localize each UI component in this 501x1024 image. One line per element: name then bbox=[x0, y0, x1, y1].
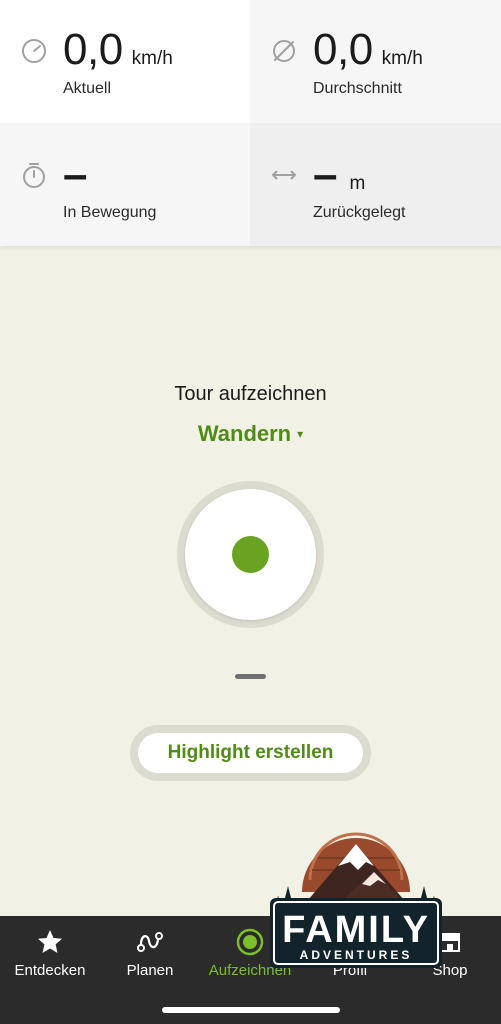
current-speed-value: 0,0 bbox=[63, 25, 123, 74]
star-icon bbox=[38, 930, 62, 953]
sport-selector[interactable]: Wandern ▾ bbox=[0, 421, 501, 447]
distance-value-line: – m bbox=[313, 151, 365, 199]
sport-selector-label: Wandern bbox=[197, 421, 292, 446]
chevron-down-icon: ▾ bbox=[297, 427, 304, 441]
record-icon bbox=[236, 928, 264, 956]
average-speed-unit: km/h bbox=[381, 48, 423, 69]
stopwatch-icon bbox=[23, 163, 45, 188]
current-speed-unit: km/h bbox=[131, 48, 173, 69]
drag-handle[interactable] bbox=[235, 674, 266, 679]
average-speed-value: 0,0 bbox=[313, 25, 373, 74]
route-icon bbox=[137, 932, 163, 952]
family-adventures-logo: FAMILY ADVENTURES bbox=[270, 832, 442, 968]
average-icon bbox=[273, 40, 295, 62]
speedometer-icon bbox=[22, 39, 46, 63]
average-speed-value-line: 0,0 km/h bbox=[313, 26, 423, 74]
record-dot-icon[interactable] bbox=[232, 536, 269, 573]
nav-item-entdecken[interactable]: Entdecken bbox=[0, 916, 100, 996]
moving-time-label: In Bewegung bbox=[63, 204, 157, 221]
record-title: Tour aufzeichnen bbox=[174, 383, 327, 405]
distance-arrows-icon bbox=[272, 170, 296, 180]
current-speed-value-line: 0,0 km/h bbox=[63, 26, 173, 74]
distance-unit: m bbox=[349, 173, 366, 194]
nav-item-planen[interactable]: Planen bbox=[100, 916, 200, 996]
nav-item-label: Entdecken bbox=[14, 962, 86, 979]
current-speed-label: Aktuell bbox=[63, 80, 112, 97]
stat-average-speed: 0,0 km/h Durchschnitt bbox=[250, 0, 501, 123]
moving-time-value-line: – bbox=[63, 151, 87, 199]
distance-value: – bbox=[313, 150, 338, 199]
stat-current-speed: 0,0 km/h Aktuell bbox=[0, 0, 250, 123]
stat-distance: – m Zurückgelegt bbox=[250, 123, 501, 246]
logo-text-family: FAMILY bbox=[282, 909, 430, 951]
moving-time-value: – bbox=[63, 150, 88, 199]
average-speed-label: Durchschnitt bbox=[313, 80, 402, 97]
home-indicator[interactable] bbox=[162, 1007, 340, 1013]
logo-text-adventures: ADVENTURES bbox=[300, 948, 413, 962]
stat-moving-time: – In Bewegung bbox=[0, 123, 250, 246]
distance-label: Zurückgelegt bbox=[313, 204, 406, 221]
stats-panel: 0,0 km/h Aktuell 0,0 km/h Durchschnitt –… bbox=[0, 0, 501, 246]
nav-item-label: Planen bbox=[126, 962, 174, 979]
create-highlight-button[interactable]: Highlight erstellen bbox=[138, 733, 363, 773]
